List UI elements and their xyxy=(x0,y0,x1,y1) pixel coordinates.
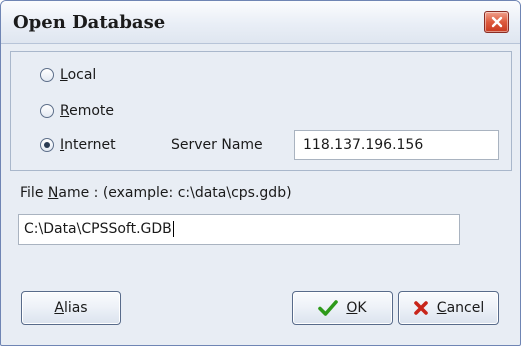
checkmark-icon xyxy=(318,299,339,317)
alias-button-label: Alias xyxy=(54,300,88,316)
ok-button[interactable]: OK xyxy=(292,291,393,325)
file-name-label: File Name : (example: c:\data\cps.gdb) xyxy=(20,185,292,201)
x-icon xyxy=(413,300,429,316)
radio-internet-circle[interactable] xyxy=(40,138,54,152)
cancel-button[interactable]: Cancel xyxy=(398,291,499,325)
connection-group: Local Remote Internet Server Name 118.13… xyxy=(10,51,512,171)
server-name-label: Server Name xyxy=(171,137,263,153)
radio-remote[interactable]: Remote xyxy=(40,103,114,119)
radio-local-circle[interactable] xyxy=(40,68,54,82)
radio-internet[interactable]: Internet xyxy=(40,137,116,153)
open-database-dialog: Open Database Local Remote Internet Serv… xyxy=(0,0,521,346)
file-name-input[interactable]: C:\Data\CPSSoft.GDB xyxy=(18,214,460,245)
server-name-input[interactable]: 118.137.196.156 xyxy=(294,130,499,160)
radio-remote-circle[interactable] xyxy=(40,104,54,118)
radio-local-label: Local xyxy=(60,67,97,83)
close-button[interactable] xyxy=(484,11,509,33)
title-bar: Open Database xyxy=(1,1,520,44)
radio-internet-label: Internet xyxy=(60,137,116,153)
ok-button-label: OK xyxy=(346,300,367,316)
cancel-button-label: Cancel xyxy=(436,300,485,316)
dialog-title: Open Database xyxy=(13,12,166,33)
radio-remote-label: Remote xyxy=(60,103,115,119)
text-caret xyxy=(172,221,174,237)
alias-button[interactable]: Alias xyxy=(21,291,121,325)
radio-local[interactable]: Local xyxy=(40,67,96,83)
file-name-value: C:\Data\CPSSoft.GDB xyxy=(24,221,172,237)
close-icon xyxy=(491,16,502,28)
